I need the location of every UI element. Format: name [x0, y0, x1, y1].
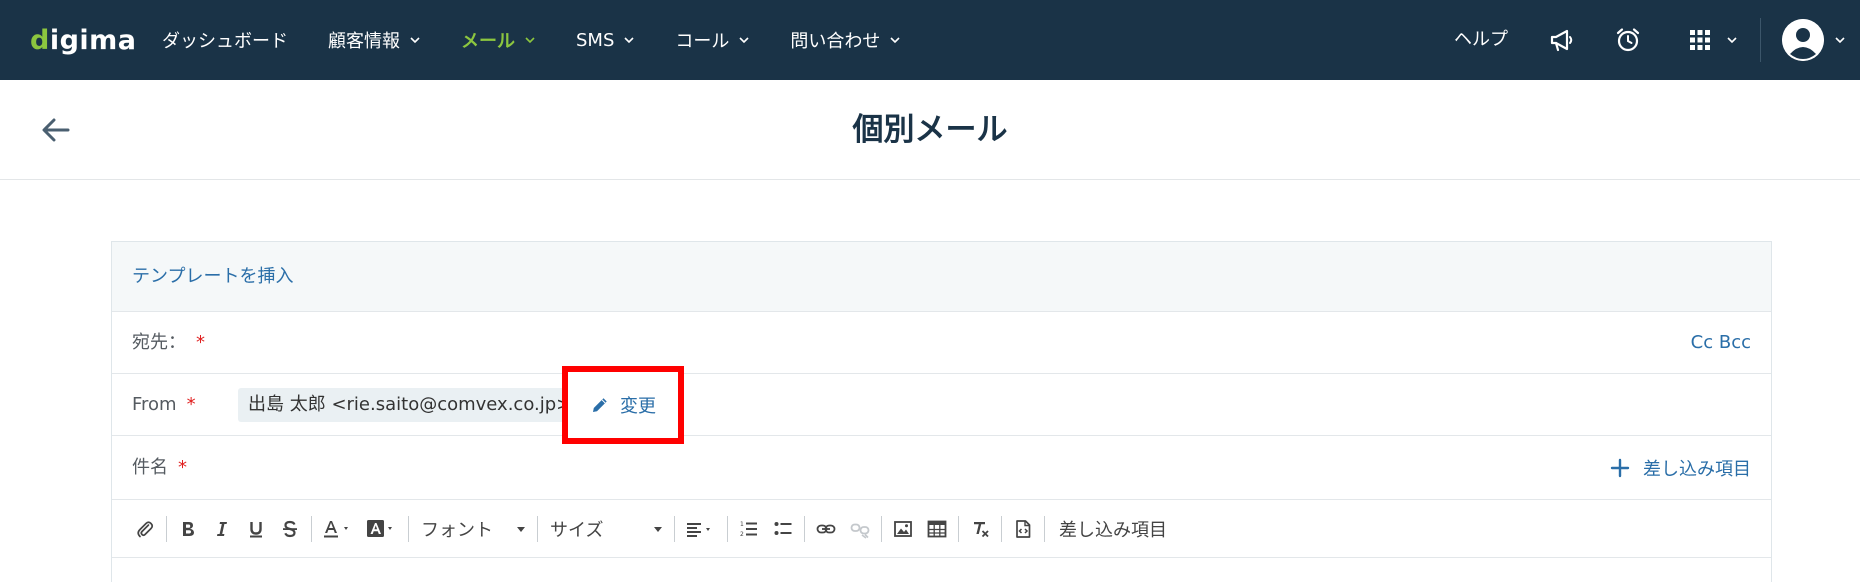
chevron-down-icon[interactable]: [1834, 34, 1846, 46]
bulleted-list-icon[interactable]: [766, 514, 800, 544]
plus-icon: [1609, 457, 1631, 479]
subject-row[interactable]: 件名 * 差し込み項目: [112, 436, 1771, 500]
caret-down-icon: [654, 526, 662, 532]
nav-divider: [1760, 18, 1761, 62]
subject-label-text: 件名: [132, 457, 168, 478]
change-sender-label: 変更: [620, 396, 656, 417]
toolbar-separator: [537, 516, 538, 542]
italic-icon[interactable]: [205, 514, 239, 544]
user-avatar-icon[interactable]: [1782, 19, 1824, 61]
nav-item-label: コール: [675, 31, 730, 52]
from-address-chip: 出島 太郎 <rie.saito@comvex.co.jp>: [238, 388, 582, 422]
email-form: テンプレートを挿入 宛先： * Cc Bcc From * 出島 太郎 <rie.s…: [111, 241, 1772, 582]
from-label-text: From: [132, 394, 177, 415]
link-icon[interactable]: [809, 514, 843, 544]
editor-toolbar-row: フォント サイズ 12 差し込み項目: [112, 500, 1771, 558]
nav-item-inquiries[interactable]: 問い合わせ: [790, 0, 901, 80]
numbered-list-icon[interactable]: 12: [732, 514, 766, 544]
underline-icon[interactable]: [239, 514, 273, 544]
clear-formatting-icon[interactable]: [963, 514, 997, 544]
logo-text: igima: [49, 24, 137, 56]
toolbar-separator: [674, 516, 675, 542]
nav-item-mail[interactable]: メール: [461, 0, 536, 80]
attachment-icon[interactable]: [128, 514, 162, 544]
editor-toolbar: フォント サイズ 12 差し込み項目: [128, 500, 1177, 558]
logo-mark: d: [30, 24, 50, 56]
from-row: From * 出島 太郎 <rie.saito@comvex.co.jp> 変更: [112, 366, 1771, 444]
help-link[interactable]: ヘルプ: [1454, 0, 1508, 80]
main-nav: ダッシュボード 顧客情報 メール SMS コール 問い合わせ: [162, 0, 941, 80]
to-label-text: 宛先：: [132, 332, 186, 353]
font-size-select[interactable]: サイズ: [542, 514, 670, 544]
chevron-down-icon: [623, 34, 635, 46]
apps-grid-icon[interactable]: [1686, 26, 1714, 54]
arrow-left-icon[interactable]: [38, 112, 74, 148]
chevron-down-icon: [889, 34, 901, 46]
image-icon[interactable]: [886, 514, 920, 544]
cc-bcc-link[interactable]: Cc Bcc: [1691, 312, 1751, 374]
chevron-down-icon: [409, 34, 421, 46]
nav-item-label: 顧客情報: [328, 31, 400, 52]
background-color-icon[interactable]: [360, 514, 404, 544]
required-mark: *: [186, 394, 196, 415]
template-row: テンプレートを挿入: [112, 242, 1771, 312]
font-family-label: フォント: [421, 520, 493, 541]
strikethrough-icon[interactable]: [273, 514, 307, 544]
source-code-icon[interactable]: [1006, 514, 1040, 544]
to-row[interactable]: 宛先： * Cc Bcc: [112, 312, 1771, 374]
change-sender-button[interactable]: 変更: [562, 366, 684, 444]
unlink-icon[interactable]: [843, 514, 877, 544]
font-family-select[interactable]: フォント: [413, 514, 533, 544]
megaphone-icon[interactable]: [1548, 26, 1576, 54]
bold-icon[interactable]: [171, 514, 205, 544]
insert-template-link[interactable]: テンプレートを挿入: [132, 242, 293, 312]
nav-item-dashboard[interactable]: ダッシュボード: [162, 0, 288, 80]
svg-text:2: 2: [740, 531, 744, 538]
from-label: From *: [132, 374, 196, 436]
page-header: 個別メール: [0, 80, 1860, 180]
chevron-down-icon[interactable]: [1726, 34, 1738, 46]
insert-merge-field-button[interactable]: 差し込み項目: [1609, 436, 1751, 500]
toolbar-separator: [1001, 516, 1002, 542]
align-icon[interactable]: [679, 514, 723, 544]
merge-fields-dropdown[interactable]: 差し込み項目: [1049, 516, 1177, 542]
page-title: 個別メール: [852, 112, 1008, 148]
toolbar-separator: [727, 516, 728, 542]
nav-item-label: メール: [461, 31, 515, 52]
required-mark: *: [178, 457, 187, 478]
subject-label: 件名 *: [132, 436, 187, 500]
toolbar-separator: [166, 516, 167, 542]
nav-item-customers[interactable]: 顧客情報: [328, 0, 421, 80]
toolbar-separator: [881, 516, 882, 542]
to-label: 宛先： *: [132, 312, 205, 374]
text-color-icon[interactable]: [316, 514, 360, 544]
toolbar-separator: [1044, 516, 1045, 542]
toolbar-separator: [311, 516, 312, 542]
font-size-label: サイズ: [550, 520, 604, 541]
nav-item-sms[interactable]: SMS: [576, 0, 635, 80]
required-mark: *: [196, 332, 205, 353]
toolbar-separator: [408, 516, 409, 542]
toolbar-separator: [958, 516, 959, 542]
nav-item-label: SMS: [576, 29, 615, 51]
nav-item-label: ダッシュボード: [162, 31, 288, 52]
digima-logo[interactable]: d igima: [30, 22, 137, 58]
alarm-clock-icon[interactable]: [1614, 26, 1642, 54]
toolbar-separator: [804, 516, 805, 542]
caret-down-icon: [517, 526, 525, 532]
merge-field-label: 差し込み項目: [1643, 459, 1751, 480]
pencil-icon: [590, 395, 610, 415]
nav-item-call[interactable]: コール: [675, 0, 750, 80]
chevron-down-icon: [738, 34, 750, 46]
svg-text:1: 1: [740, 521, 744, 528]
nav-item-label: 問い合わせ: [790, 31, 881, 52]
table-icon[interactable]: [920, 514, 954, 544]
chevron-down-icon: [524, 34, 536, 46]
top-navigation-bar: digima digima ダッシュボード 顧客情報 メール SMS コール 問…: [0, 0, 1860, 80]
